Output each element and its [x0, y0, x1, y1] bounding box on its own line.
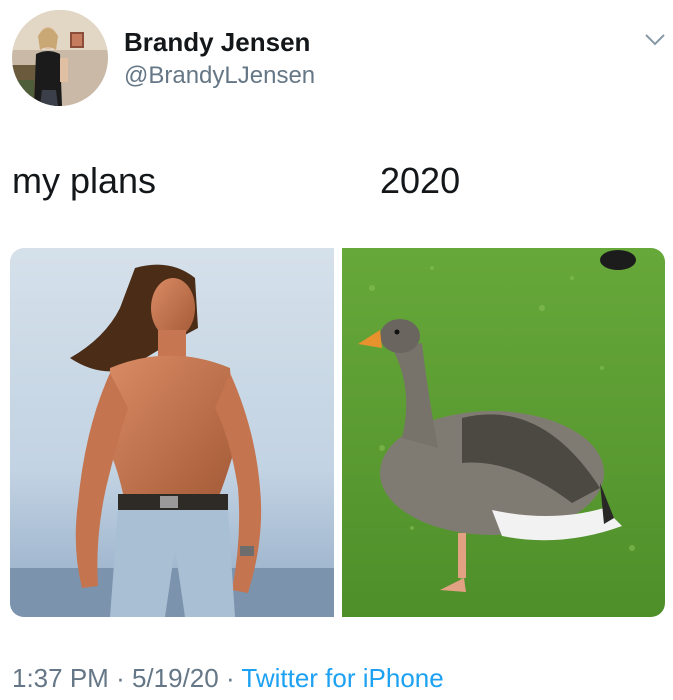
tweet-source-link[interactable]: Twitter for iPhone [241, 663, 443, 693]
user-handle[interactable]: @BrandyLJensen [124, 62, 315, 90]
meta-separator: · [116, 663, 125, 693]
caption-my-plans: my plans [12, 160, 157, 201]
display-name[interactable]: Brandy Jensen [124, 27, 310, 58]
chevron-down-icon[interactable] [644, 32, 666, 48]
media-image-goose[interactable] [342, 248, 665, 617]
avatar-photo [12, 10, 108, 106]
tweet-date[interactable]: 5/19/20 [132, 663, 219, 693]
tweet-meta: 1:37 PM · 5/19/20 · Twitter for iPhone [12, 663, 444, 694]
avatar[interactable] [12, 10, 108, 106]
man-photo [10, 248, 334, 617]
goose-photo [342, 248, 665, 617]
tweet-time[interactable]: 1:37 PM [12, 663, 109, 693]
caption-2020: 2020 [380, 160, 461, 201]
meta-separator: · [225, 663, 235, 693]
media-image-man[interactable] [10, 248, 334, 617]
